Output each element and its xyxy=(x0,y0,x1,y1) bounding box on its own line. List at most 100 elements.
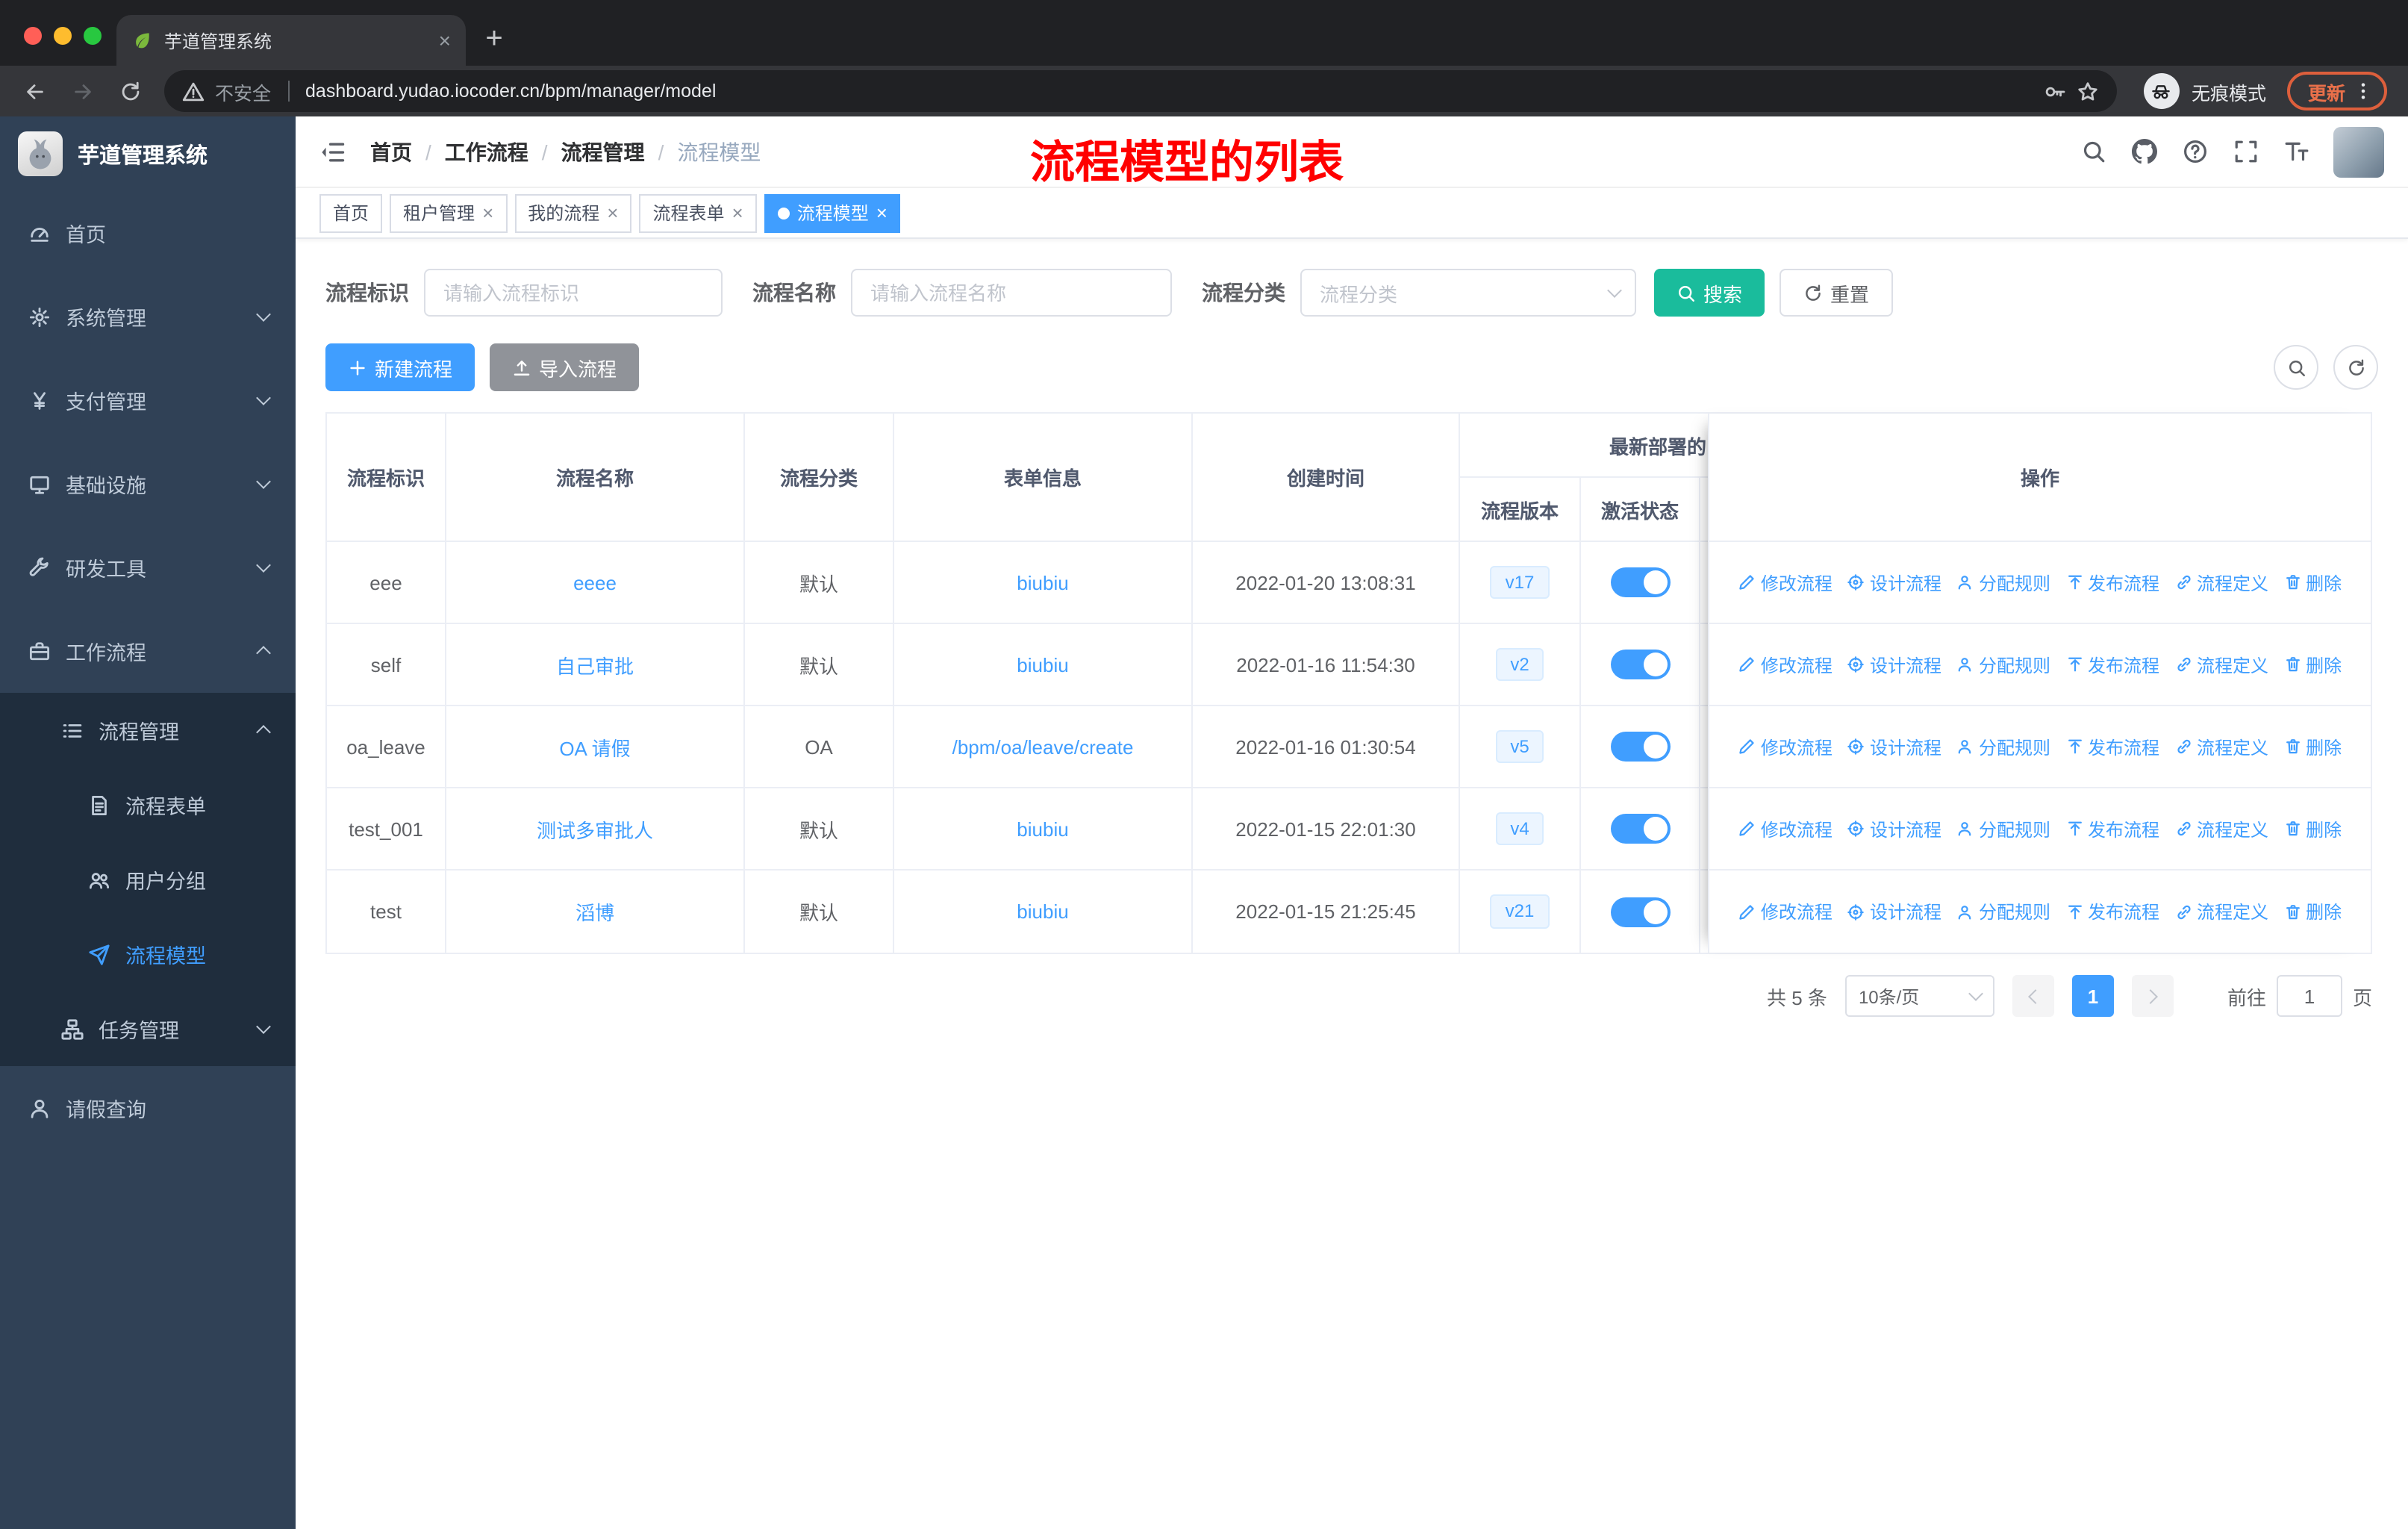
sidebar-item-process-model[interactable]: 流程模型 xyxy=(0,917,296,991)
sidebar-item-workflow[interactable]: 工作流程 xyxy=(0,609,296,693)
process-key-input[interactable] xyxy=(424,269,723,317)
form-info-link[interactable]: biubiu xyxy=(1017,900,1068,923)
security-label[interactable]: 不安全 xyxy=(215,77,271,105)
next-page-button[interactable] xyxy=(2131,975,2174,1017)
sidebar-item-process-form[interactable]: 流程表单 xyxy=(0,767,296,842)
close-icon[interactable]: × xyxy=(607,202,618,224)
import-process-button[interactable]: 导入流程 xyxy=(490,343,640,391)
back-button[interactable] xyxy=(15,72,54,110)
process-category-select[interactable]: 流程分类 xyxy=(1300,269,1636,317)
form-info-link[interactable]: /bpm/oa/leave/create xyxy=(952,735,1134,758)
action-assign-rule[interactable]: 分配规则 xyxy=(1956,570,2050,595)
sidebar-item-home[interactable]: 首页 xyxy=(0,191,296,275)
tag-my-process[interactable]: 我的流程 × xyxy=(514,193,632,232)
active-toggle[interactable] xyxy=(1610,567,1670,597)
breadcrumb-item[interactable]: 首页 xyxy=(370,137,412,166)
breadcrumb-item[interactable]: 流程管理 xyxy=(561,137,645,166)
search-icon[interactable] xyxy=(2081,139,2106,164)
form-info-link[interactable]: biubiu xyxy=(1017,653,1068,676)
close-icon[interactable]: × xyxy=(482,202,493,224)
create-process-button[interactable]: 新建流程 xyxy=(325,343,475,391)
process-name-link[interactable]: 测试多审批人 xyxy=(537,815,653,843)
form-info-link[interactable]: biubiu xyxy=(1017,818,1068,840)
process-name-link[interactable]: 自己审批 xyxy=(556,650,634,679)
action-delete[interactable]: 删除 xyxy=(2283,899,2342,924)
action-definition[interactable]: 流程定义 xyxy=(2174,652,2268,677)
window-zoom-button[interactable] xyxy=(84,27,102,45)
action-publish[interactable]: 发布流程 xyxy=(2065,734,2159,759)
process-name-link[interactable]: 滔博 xyxy=(576,897,614,926)
goto-page-input[interactable] xyxy=(2276,975,2342,1017)
action-publish[interactable]: 发布流程 xyxy=(2065,570,2159,595)
sidebar-item-dev-tools[interactable]: 研发工具 xyxy=(0,526,296,609)
action-delete[interactable]: 删除 xyxy=(2283,816,2342,841)
action-delete[interactable]: 删除 xyxy=(2283,570,2342,595)
action-edit[interactable]: 修改流程 xyxy=(1738,570,1832,595)
address-bar[interactable]: 不安全 dashboard.yudao.iocoder.cn/bpm/manag… xyxy=(164,70,2117,112)
breadcrumb-item[interactable]: 工作流程 xyxy=(445,137,528,166)
refresh-table-button[interactable] xyxy=(2333,345,2378,390)
action-publish[interactable]: 发布流程 xyxy=(2065,816,2159,841)
action-delete[interactable]: 删除 xyxy=(2283,734,2342,759)
page-number-button[interactable]: 1 xyxy=(2071,975,2114,1017)
active-toggle[interactable] xyxy=(1610,814,1670,844)
action-edit[interactable]: 修改流程 xyxy=(1738,734,1832,759)
sidebar-item-system-management[interactable]: 系统管理 xyxy=(0,275,296,358)
tag-process-form[interactable]: 流程表单 × xyxy=(639,193,757,232)
page-size-select[interactable]: 10条/页 xyxy=(1844,975,1994,1017)
action-design[interactable]: 设计流程 xyxy=(1847,652,1941,677)
close-icon[interactable]: × xyxy=(732,202,743,224)
bookmark-star-icon[interactable] xyxy=(2077,80,2099,102)
action-delete[interactable]: 删除 xyxy=(2283,652,2342,677)
tab-close-icon[interactable]: × xyxy=(439,28,451,52)
process-name-link[interactable]: OA 请假 xyxy=(559,732,630,761)
action-publish[interactable]: 发布流程 xyxy=(2065,652,2159,677)
process-name-link[interactable]: eeee xyxy=(573,571,617,594)
action-edit[interactable]: 修改流程 xyxy=(1738,816,1832,841)
action-assign-rule[interactable]: 分配规则 xyxy=(1956,899,2050,924)
font-size-icon[interactable] xyxy=(2284,139,2309,164)
forward-button[interactable] xyxy=(63,72,102,110)
menu-dots-icon[interactable] xyxy=(2353,81,2374,102)
sidebar-item-infrastructure[interactable]: 基础设施 xyxy=(0,442,296,526)
action-publish[interactable]: 发布流程 xyxy=(2065,899,2159,924)
reload-button[interactable] xyxy=(110,72,149,110)
new-tab-button[interactable]: + xyxy=(472,16,517,61)
search-button[interactable]: 搜索 xyxy=(1654,269,1765,317)
sidebar-item-process-management[interactable]: 流程管理 xyxy=(0,693,296,767)
active-toggle[interactable] xyxy=(1610,897,1670,927)
user-avatar[interactable] xyxy=(2333,126,2384,177)
window-close-button[interactable] xyxy=(24,27,42,45)
tag-tenant-management[interactable]: 租户管理 × xyxy=(390,193,508,232)
action-assign-rule[interactable]: 分配规则 xyxy=(1956,734,2050,759)
action-assign-rule[interactable]: 分配规则 xyxy=(1956,816,2050,841)
action-assign-rule[interactable]: 分配规则 xyxy=(1956,652,2050,677)
action-definition[interactable]: 流程定义 xyxy=(2174,899,2268,924)
window-minimize-button[interactable] xyxy=(54,27,72,45)
browser-tab[interactable]: 芋道管理系统 × xyxy=(116,15,466,66)
help-icon[interactable] xyxy=(2183,139,2208,164)
action-design[interactable]: 设计流程 xyxy=(1847,734,1941,759)
sidebar-item-payment-management[interactable]: 支付管理 xyxy=(0,358,296,442)
process-name-input[interactable] xyxy=(851,269,1172,317)
close-icon[interactable]: × xyxy=(876,202,888,224)
sidebar-item-leave-query[interactable]: 请假查询 xyxy=(0,1066,296,1150)
sidebar-item-user-group[interactable]: 用户分组 xyxy=(0,842,296,917)
tag-home[interactable]: 首页 xyxy=(319,193,383,232)
github-icon[interactable] xyxy=(2132,139,2157,164)
action-design[interactable]: 设计流程 xyxy=(1847,570,1941,595)
form-info-link[interactable]: biubiu xyxy=(1017,571,1068,594)
update-button[interactable]: 更新 xyxy=(2286,72,2387,110)
sidebar-logo[interactable]: 芋道管理系统 xyxy=(0,116,296,191)
sidebar-item-task-management[interactable]: 任务管理 xyxy=(0,991,296,1066)
active-toggle[interactable] xyxy=(1610,732,1670,762)
key-icon[interactable] xyxy=(2044,80,2066,102)
action-edit[interactable]: 修改流程 xyxy=(1738,899,1832,924)
hamburger-icon[interactable] xyxy=(319,138,346,165)
fullscreen-icon[interactable] xyxy=(2233,139,2259,164)
action-design[interactable]: 设计流程 xyxy=(1847,899,1941,924)
tag-process-model[interactable]: 流程模型 × xyxy=(764,193,901,232)
action-definition[interactable]: 流程定义 xyxy=(2174,570,2268,595)
prev-page-button[interactable] xyxy=(2012,975,2054,1017)
toggle-search-button[interactable] xyxy=(2274,345,2318,390)
